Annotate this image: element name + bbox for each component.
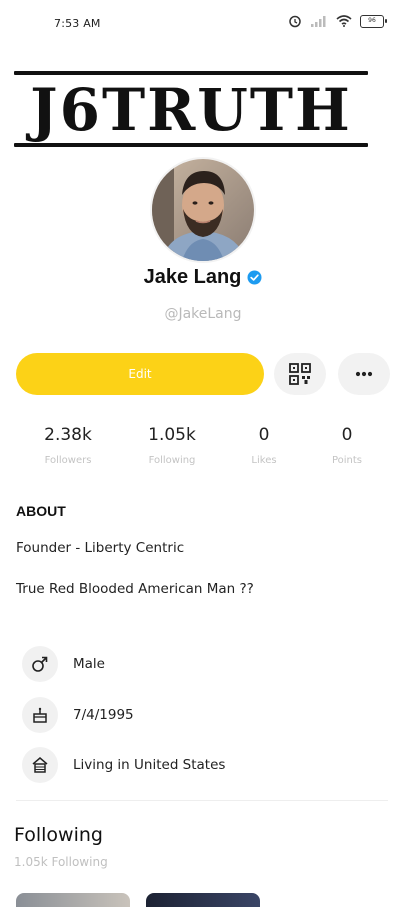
- banner-text: J6TRUTH: [30, 76, 352, 144]
- male-icon: [22, 646, 58, 682]
- battery-icon: 96: [360, 14, 387, 28]
- signal-icon: [311, 16, 326, 27]
- avatar[interactable]: [150, 157, 256, 263]
- more-options-button[interactable]: [338, 353, 390, 395]
- wifi-icon: [336, 15, 352, 27]
- stat-value: 2.38k: [44, 425, 92, 445]
- info-birthday: 7/4/1995: [22, 697, 134, 733]
- stat-points[interactable]: 0 Points: [312, 425, 382, 466]
- alarm-icon: [289, 15, 301, 28]
- stat-label: Followers: [44, 455, 92, 466]
- stat-value: 0: [341, 425, 353, 445]
- about-line: Founder - Liberty Centric: [16, 540, 185, 556]
- gender-text: Male: [73, 656, 105, 672]
- about-line: True Red Blooded American Man ??: [16, 581, 254, 597]
- stat-label: Points: [331, 455, 363, 466]
- info-location: Living in United States: [22, 747, 225, 783]
- more-dots-icon: [355, 371, 373, 377]
- name-row: Jake Lang: [0, 266, 406, 289]
- stat-label: Following: [148, 455, 196, 466]
- home-icon: [22, 747, 58, 783]
- following-thumb[interactable]: [146, 893, 260, 907]
- stat-likes[interactable]: 0 Likes: [229, 425, 299, 466]
- profile-banner: J6TRUTH: [14, 71, 368, 149]
- section-divider: [16, 800, 388, 801]
- status-icons: 96: [288, 14, 387, 28]
- birthday-cake-icon: [22, 697, 58, 733]
- edit-button[interactable]: Edit: [16, 353, 264, 395]
- birthday-text: 7/4/1995: [73, 707, 134, 723]
- stat-value: 0: [258, 425, 270, 445]
- profile-name: Jake Lang: [143, 266, 242, 288]
- stat-followers[interactable]: 2.38k Followers: [33, 425, 103, 466]
- following-heading: Following: [14, 824, 103, 846]
- about-heading: ABOUT: [16, 503, 66, 519]
- verified-badge-icon: [247, 270, 262, 285]
- stat-value: 1.05k: [148, 425, 196, 445]
- profile-username: @JakeLang: [164, 306, 242, 322]
- qr-code-button[interactable]: [274, 353, 326, 395]
- stat-following[interactable]: 1.05k Following: [137, 425, 207, 466]
- status-time: 7:53 AM: [54, 17, 101, 30]
- following-count: 1.05k Following: [14, 855, 108, 869]
- location-text: Living in United States: [73, 757, 226, 773]
- battery-level: 96: [368, 17, 376, 24]
- following-thumb[interactable]: [16, 893, 130, 907]
- info-gender: Male: [22, 646, 105, 682]
- stat-label: Likes: [251, 455, 277, 466]
- qr-code-icon: [289, 363, 311, 385]
